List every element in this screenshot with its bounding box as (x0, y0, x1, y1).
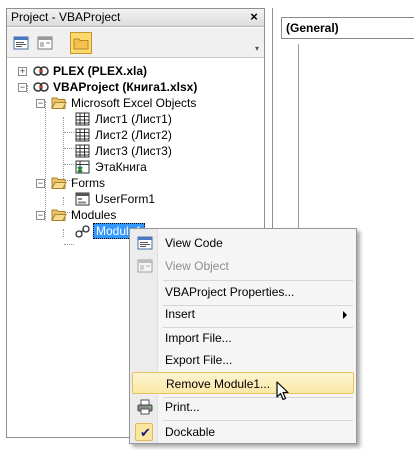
collapse-modules-button[interactable]: − (36, 211, 45, 220)
collapse-forms-button[interactable]: − (36, 179, 45, 188)
module-icon (75, 225, 90, 238)
submenu-arrow-icon (343, 311, 347, 319)
tree-node-label: Лист1 (Лист1) (95, 112, 172, 126)
toggle-folders-button[interactable] (70, 32, 92, 54)
view-object-icon (137, 259, 153, 273)
tree-node-label: Лист3 (Лист3) (95, 144, 172, 158)
menu-item-insert[interactable]: Insert (132, 303, 354, 325)
tree-node-label: ЭтаКнига (95, 160, 147, 174)
mouse-cursor-icon (276, 381, 289, 401)
menu-item-view-code[interactable]: View Code (132, 232, 354, 254)
vba-project-icon (33, 82, 49, 92)
printer-icon (137, 399, 153, 415)
worksheet-icon (75, 128, 90, 142)
menu-item-label: Import File... (165, 331, 232, 345)
folder-open-icon (51, 97, 67, 109)
menu-item-print[interactable]: Print... (132, 396, 354, 418)
expand-plex-button[interactable]: + (18, 67, 27, 76)
menu-item-view-object[interactable]: View Object (132, 255, 354, 277)
menu-item-export-file[interactable]: Export File... (132, 349, 354, 371)
view-object-button[interactable] (34, 32, 56, 54)
checkmark-icon: ✔ (135, 423, 153, 441)
menu-item-label: Export File... (165, 353, 233, 367)
folder-open-icon (51, 209, 67, 221)
vba-editor: Project - VBAProject × ▾ + PLEX (PLEX.xl… (0, 0, 414, 450)
tree-node-label: Forms (71, 176, 105, 190)
view-object-icon (37, 36, 53, 50)
menu-item-label: Dockable (165, 425, 216, 439)
folder-icon (73, 38, 89, 50)
toolbar-overflow-icon[interactable]: ▾ (252, 32, 262, 54)
menu-item-label: Print... (165, 400, 200, 414)
worksheet-icon (75, 112, 90, 126)
menu-item-import-file[interactable]: Import File... (132, 327, 354, 349)
menu-item-label: Insert (165, 307, 196, 321)
project-explorer-title-bar: Project - VBAProject × (7, 9, 264, 27)
menu-item-label: View Code (165, 236, 223, 250)
view-code-button[interactable] (10, 32, 32, 54)
view-code-icon (13, 36, 29, 50)
tree-node-label: PLEX (PLEX.xla) (53, 64, 148, 78)
close-button[interactable]: × (247, 10, 261, 24)
folder-open-icon (51, 177, 67, 189)
tree-node-label: VBAProject (Книга1.xlsx) (53, 80, 198, 94)
tree-node-label: Microsoft Excel Objects (71, 96, 197, 110)
project-explorer-title: Project - VBAProject (11, 10, 121, 24)
view-code-icon (137, 236, 153, 250)
workbook-icon (75, 160, 90, 174)
object-dropdown[interactable]: (General) (281, 17, 414, 39)
userform-icon (75, 192, 90, 206)
tree-node-label: Modules (71, 208, 117, 222)
tree-node-label: Лист2 (Лист2) (95, 128, 172, 142)
menu-item-label: VBAProject Properties... (165, 285, 295, 299)
collapse-excel-objects-button[interactable]: − (36, 99, 45, 108)
close-icon: × (250, 9, 258, 24)
context-menu: View Code View Object VBAProject Propert… (129, 228, 357, 444)
menu-item-remove-module1[interactable]: Remove Module1... (132, 372, 354, 394)
project-toolbar: ▾ (7, 28, 264, 58)
tree-node-label: UserForm1 (95, 192, 156, 206)
menu-item-label: Remove Module1... (166, 377, 271, 391)
menu-item-dockable[interactable]: ✔ Dockable (132, 421, 354, 443)
menu-item-properties[interactable]: VBAProject Properties... (132, 281, 354, 303)
collapse-vbaproject-button[interactable]: − (18, 83, 27, 92)
menu-item-label: View Object (165, 259, 229, 273)
worksheet-icon (75, 144, 90, 158)
vba-project-icon (33, 66, 49, 76)
